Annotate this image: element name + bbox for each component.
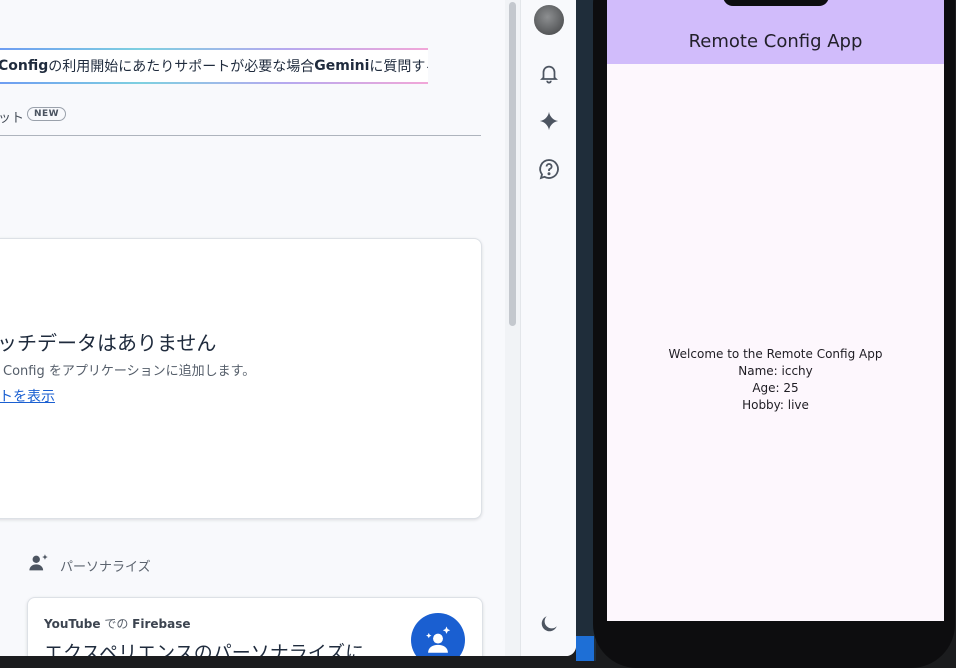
- firebase-console: Config の利用開始にあたりサポートが必要な場合Gemini に質問する ッ…: [0, 0, 576, 656]
- help-icon[interactable]: [535, 155, 563, 183]
- personalize-label: パーソナライズ: [60, 559, 151, 575]
- hobby-text: Hobby: live: [742, 398, 809, 412]
- empty-state-card: ッチデータはありません Config をアプリケーションに追加します。 トを表示: [0, 238, 482, 519]
- banner-product: Config: [0, 58, 49, 74]
- background-window-accent: [576, 636, 594, 661]
- source-youtube: YouTube: [44, 617, 101, 631]
- youtube-card-source: YouTube での Firebase: [44, 615, 191, 632]
- banner-text-end: に質問する: [369, 59, 428, 75]
- app-bar: Remote Config App: [607, 0, 944, 64]
- phone-simulator: Remote Config App Welcome to the Remote …: [593, 0, 955, 668]
- youtube-card[interactable]: YouTube での Firebase エクスペリエンスのパーソナライズに: [27, 597, 483, 656]
- age-text: Age: 25: [752, 381, 799, 395]
- tab-label[interactable]: ット: [0, 107, 24, 126]
- console-main-panel: Config の利用開始にあたりサポートが必要な場合Gemini に質問する ッ…: [0, 0, 505, 656]
- source-firebase: Firebase: [132, 617, 191, 631]
- person-add-icon: [28, 552, 50, 578]
- app-content: Welcome to the Remote Config App Name: i…: [607, 346, 944, 414]
- avatar[interactable]: [534, 5, 564, 35]
- youtube-card-title: エクスペリエンスのパーソナライズに: [44, 642, 365, 656]
- main-scrollbar[interactable]: [505, 0, 520, 656]
- phone-notch: [723, 0, 829, 6]
- tab-bar: ット NEW: [0, 104, 481, 136]
- personalize-section-header: パーソナライズ: [28, 553, 151, 577]
- personalize-illustration-icon: [411, 613, 465, 656]
- banner-text: の利用開始にあたりサポートが必要な場合: [48, 59, 315, 75]
- gemini-spark-icon[interactable]: [535, 107, 563, 135]
- notifications-bell-icon[interactable]: [535, 59, 563, 87]
- source-mid: での: [100, 617, 133, 631]
- phone-screen: Remote Config App Welcome to the Remote …: [607, 0, 944, 621]
- welcome-text: Welcome to the Remote Config App: [668, 347, 883, 361]
- scrollbar-thumb[interactable]: [509, 2, 516, 326]
- dark-mode-moon-icon[interactable]: [535, 610, 563, 638]
- app-title: Remote Config App: [688, 31, 863, 52]
- name-text: Name: icchy: [738, 364, 813, 378]
- banner-gemini: Gemini: [314, 58, 370, 74]
- right-icon-rail: [520, 0, 576, 656]
- new-badge: NEW: [27, 107, 67, 121]
- empty-state-title: ッチデータはありません: [0, 331, 217, 355]
- empty-state-description: Config をアプリケーションに追加します。: [3, 364, 256, 379]
- empty-state-link[interactable]: トを表示: [0, 386, 55, 406]
- gemini-help-banner[interactable]: Config の利用開始にあたりサポートが必要な場合Gemini に質問する: [0, 48, 428, 84]
